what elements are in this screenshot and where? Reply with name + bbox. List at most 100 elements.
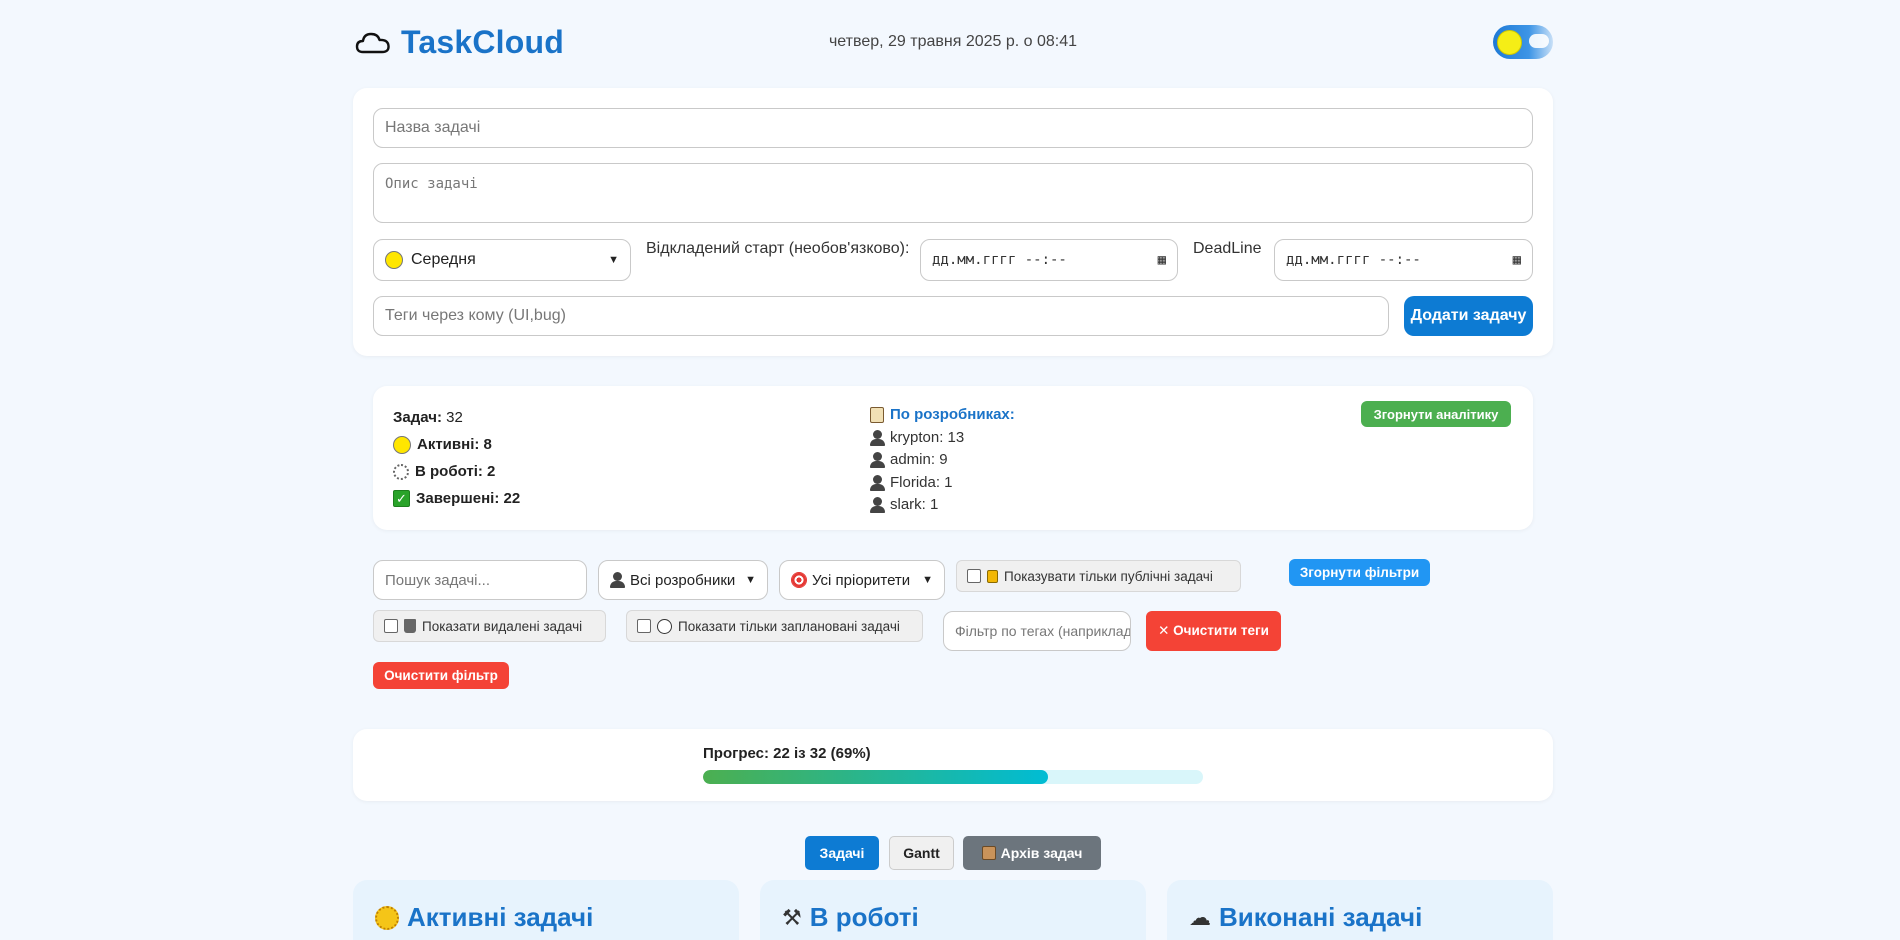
view-tabs: Задачі Gantt Архів задач bbox=[353, 836, 1553, 870]
chevron-down-icon: ▼ bbox=[922, 574, 933, 586]
show-planned-checkbox[interactable] bbox=[637, 619, 651, 633]
in-progress-label: В роботі: 2 bbox=[415, 463, 496, 480]
progress-label: Прогрес: 22 із 32 (69%) bbox=[703, 745, 871, 762]
tab-gantt[interactable]: Gantt bbox=[889, 836, 954, 870]
progress-bar bbox=[703, 770, 1203, 784]
tab-archive-label: Архів задач bbox=[1000, 845, 1083, 861]
public-only-label: Показувати тільки публічні задачі bbox=[1004, 568, 1213, 584]
gear-icon bbox=[393, 463, 409, 480]
total-value: 32 bbox=[446, 409, 463, 426]
deadline-label: DeadLine bbox=[1193, 240, 1262, 257]
column-in-progress-title: В роботі bbox=[809, 902, 919, 932]
filters-panel: Пошук задачі... Всі розробники ▼ Усі прі… bbox=[353, 555, 1553, 695]
theme-toggle[interactable] bbox=[1493, 25, 1553, 59]
tab-archive[interactable]: Архів задач bbox=[963, 836, 1101, 870]
current-datetime: четвер, 29 травня 2025 р. о 08:41 bbox=[828, 33, 1078, 50]
archive-box-icon bbox=[981, 846, 996, 860]
clipboard-icon bbox=[870, 407, 884, 424]
deadline-input[interactable]: дд.мм.гггг --:-- ▦ bbox=[1274, 239, 1533, 281]
collapse-filters-button[interactable]: Згорнути фільтри bbox=[1289, 559, 1430, 586]
user-icon bbox=[870, 452, 885, 469]
priority-filter-value: Усі пріоритети bbox=[812, 571, 911, 589]
user-icon bbox=[610, 572, 625, 588]
tag-filter-input[interactable]: Фільтр по тегах (наприклад bbox=[943, 611, 1131, 651]
show-deleted-label: Показати видалені задачі bbox=[422, 618, 583, 634]
developer-item: Florida: 1 bbox=[870, 472, 1015, 495]
column-title: ⚒ В роботі bbox=[782, 902, 919, 933]
task-stats: Задач: 32 Активні: 8 В роботі: 2 ✓ Заверш… bbox=[393, 404, 520, 512]
progress-bar-fill bbox=[703, 770, 1048, 784]
user-icon bbox=[870, 497, 885, 514]
clear-filter-button[interactable]: Очистити фільтр bbox=[373, 662, 509, 689]
task-form: Назва задачі Опис задачі Середня ▼ Відкл… bbox=[353, 88, 1553, 356]
delayed-start-input[interactable]: дд.мм.гггг --:-- ▦ bbox=[920, 239, 1178, 281]
developer-filter-value: Всі розробники bbox=[630, 571, 736, 589]
by-developer-header: По розробниках: bbox=[870, 404, 1015, 427]
developer-label: slark: 1 bbox=[890, 496, 939, 513]
active-icon bbox=[393, 435, 411, 454]
tab-tasks[interactable]: Задачі bbox=[805, 836, 879, 870]
done-label: Завершені: 22 bbox=[416, 490, 521, 507]
developer-label: krypton: 13 bbox=[890, 428, 965, 446]
developer-label: Florida: 1 bbox=[890, 473, 953, 491]
total-tasks: Задач: 32 bbox=[393, 404, 520, 431]
lock-icon bbox=[987, 569, 998, 583]
tags-input[interactable]: Теги через кому (UI,bug) bbox=[373, 296, 1389, 336]
show-planned-toggle[interactable]: Показати тільки заплановані задачі bbox=[626, 610, 923, 642]
task-title-input[interactable]: Назва задачі bbox=[373, 108, 1533, 148]
trash-icon bbox=[404, 619, 416, 633]
deadline-value: дд.мм.гггг --:-- bbox=[1286, 252, 1421, 268]
sun-icon bbox=[375, 905, 399, 930]
column-active-title: Активні задачі bbox=[407, 902, 594, 932]
column-in-progress: ⚒ В роботі bbox=[760, 880, 1146, 940]
show-deleted-checkbox[interactable] bbox=[384, 619, 398, 633]
chevron-down-icon: ▼ bbox=[608, 254, 619, 266]
developer-item: admin: 9 bbox=[870, 449, 1015, 472]
calendar-icon[interactable]: ▦ bbox=[1158, 252, 1166, 268]
collapse-analytics-button[interactable]: Згорнути аналітику bbox=[1361, 401, 1511, 427]
active-count: Активні: 8 bbox=[393, 431, 520, 458]
show-planned-label: Показати тільки заплановані задачі bbox=[678, 618, 900, 634]
header: TaskCloud четвер, 29 травня 2025 р. о 08… bbox=[353, 0, 1553, 88]
by-developer-title: По розробниках: bbox=[890, 406, 1015, 423]
cloud-icon: ☁ bbox=[1189, 904, 1211, 930]
delayed-start-label: Відкладений старт (необов'язково): bbox=[646, 240, 910, 257]
public-only-toggle[interactable]: Показувати тільки публічні задачі bbox=[956, 560, 1241, 592]
public-only-checkbox[interactable] bbox=[967, 569, 981, 583]
priority-value: Середня bbox=[411, 251, 476, 269]
delayed-start-value: дд.мм.гггг --:-- bbox=[932, 252, 1067, 268]
developer-label: admin: 9 bbox=[890, 451, 948, 468]
priority-filter-select[interactable]: Усі пріоритети ▼ bbox=[779, 560, 945, 600]
task-description-input[interactable]: Опис задачі bbox=[373, 163, 1533, 223]
app-container: TaskCloud четвер, 29 травня 2025 р. о 08… bbox=[353, 0, 1553, 940]
developer-stats: По розробниках: krypton: 13 admin: 9 Flo… bbox=[870, 404, 1015, 517]
column-title: ☁ Виконані задачі bbox=[1189, 902, 1422, 933]
medium-priority-icon bbox=[385, 250, 403, 269]
wrench-icon: ⚒ bbox=[782, 904, 802, 930]
cloud-toggle-icon bbox=[1529, 34, 1549, 48]
check-icon: ✓ bbox=[393, 490, 410, 507]
column-active: Активні задачі bbox=[353, 880, 739, 940]
active-label: Активні: 8 bbox=[417, 436, 492, 453]
clear-tags-button[interactable]: ✕ Очистити теги bbox=[1146, 611, 1281, 651]
sun-icon bbox=[1497, 30, 1522, 55]
done-count: ✓ Завершені: 22 bbox=[393, 485, 520, 512]
user-icon bbox=[870, 429, 885, 446]
show-deleted-toggle[interactable]: Показати видалені задачі bbox=[373, 610, 606, 642]
progress-panel: Прогрес: 22 із 32 (69%) bbox=[353, 729, 1553, 801]
total-label: Задач: bbox=[393, 409, 442, 426]
priority-select[interactable]: Середня ▼ bbox=[373, 239, 631, 281]
add-task-button[interactable]: Додати задачу bbox=[1404, 296, 1533, 336]
developer-item: slark: 1 bbox=[870, 494, 1015, 517]
target-icon bbox=[791, 572, 807, 588]
column-title: Активні задачі bbox=[375, 902, 593, 933]
user-icon bbox=[870, 474, 885, 491]
developer-filter-select[interactable]: Всі розробники ▼ bbox=[598, 560, 768, 600]
calendar-icon[interactable]: ▦ bbox=[1513, 252, 1521, 268]
search-input[interactable]: Пошук задачі... bbox=[373, 560, 587, 600]
developer-item: krypton: 13 bbox=[870, 427, 1015, 450]
in-progress-count: В роботі: 2 bbox=[393, 458, 520, 485]
column-done-title: Виконані задачі bbox=[1219, 902, 1423, 932]
analytics-panel: Задач: 32 Активні: 8 В роботі: 2 ✓ Заверш… bbox=[373, 386, 1533, 530]
chevron-down-icon: ▼ bbox=[745, 574, 756, 586]
